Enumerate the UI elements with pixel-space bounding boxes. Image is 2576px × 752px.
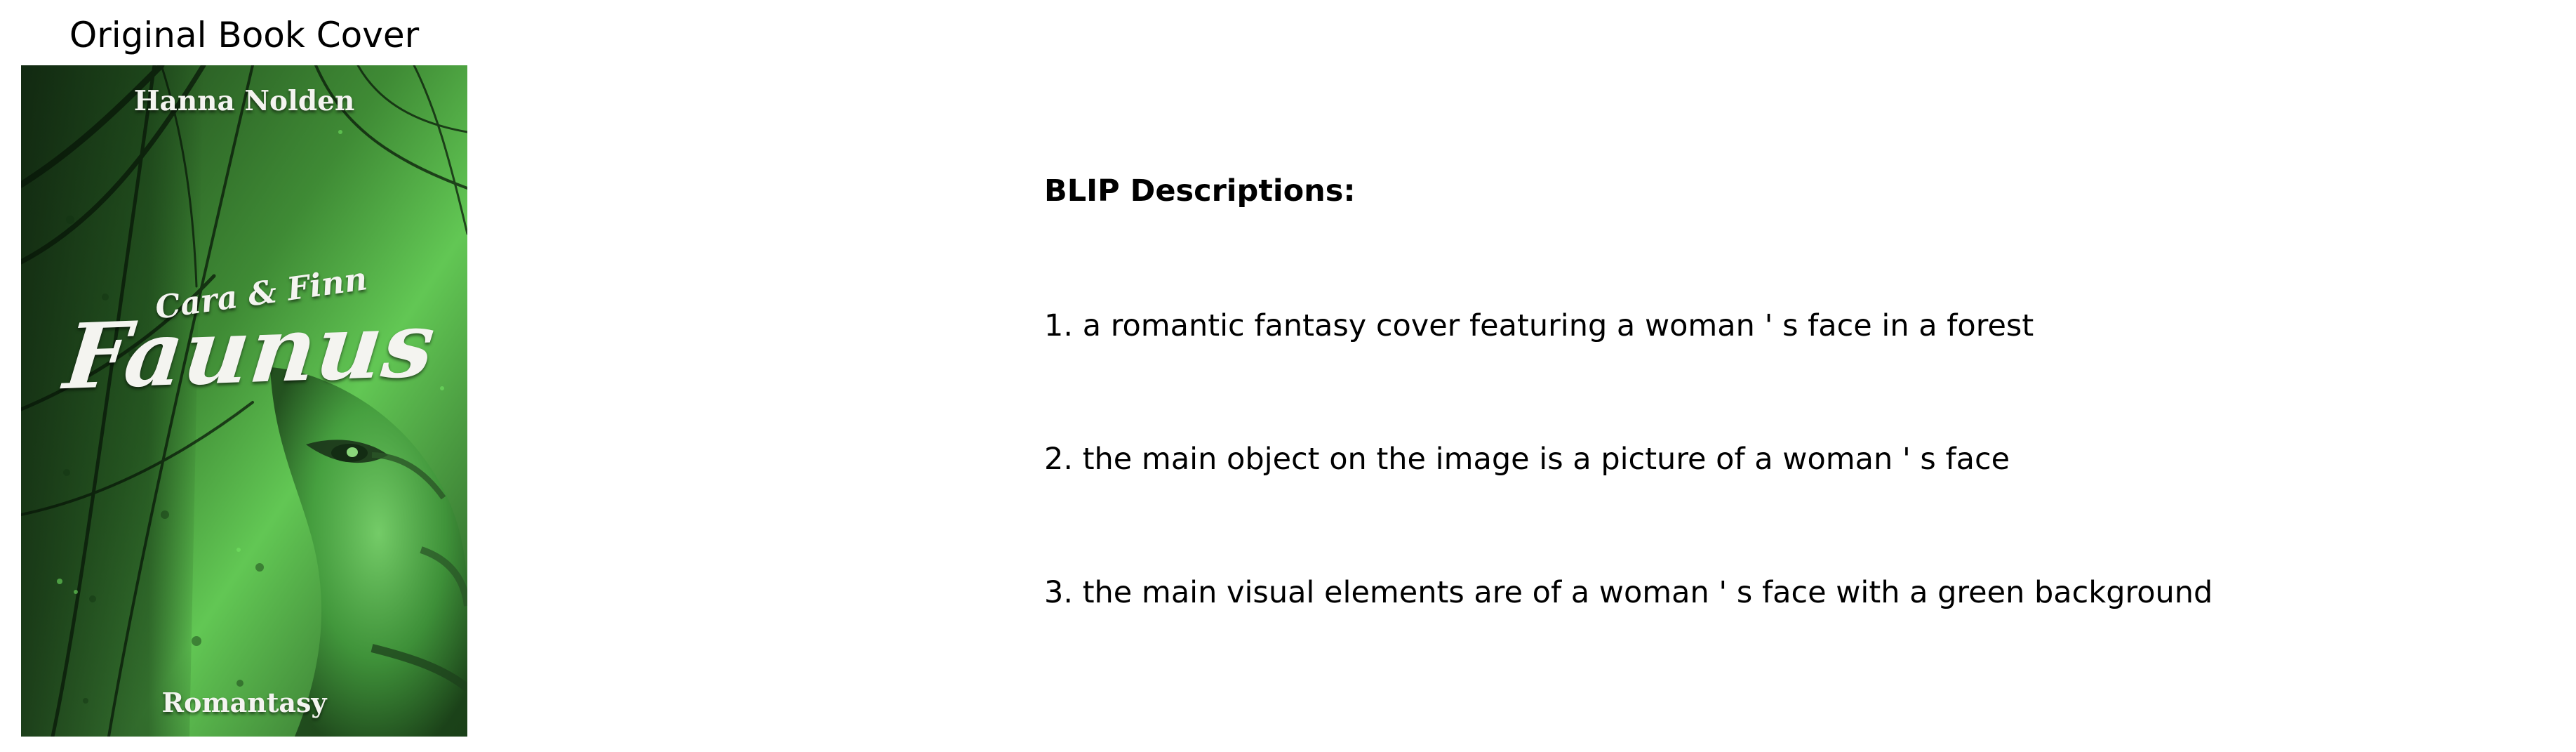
book-cover-image: Hanna Nolden Cara & Finn Faunus Romantas… bbox=[21, 65, 467, 737]
description-item-1: 1. a romantic fantasy cover featuring a … bbox=[1044, 308, 2034, 343]
descriptions-heading: BLIP Descriptions: bbox=[1044, 173, 1356, 209]
description-item-2: 2. the main object on the image is a pic… bbox=[1044, 442, 2010, 477]
blip-descriptions-panel: BLIP Descriptions: 1. a romantic fantasy… bbox=[1044, 170, 2518, 610]
cover-title: Original Book Cover bbox=[69, 15, 420, 55]
cover-genre: Romantasy bbox=[161, 687, 327, 718]
description-item-3: 3. the main visual elements are of a wom… bbox=[1044, 575, 2213, 610]
cover-author: Hanna Nolden bbox=[133, 85, 355, 117]
cover-book-title: Faunus bbox=[59, 291, 441, 411]
